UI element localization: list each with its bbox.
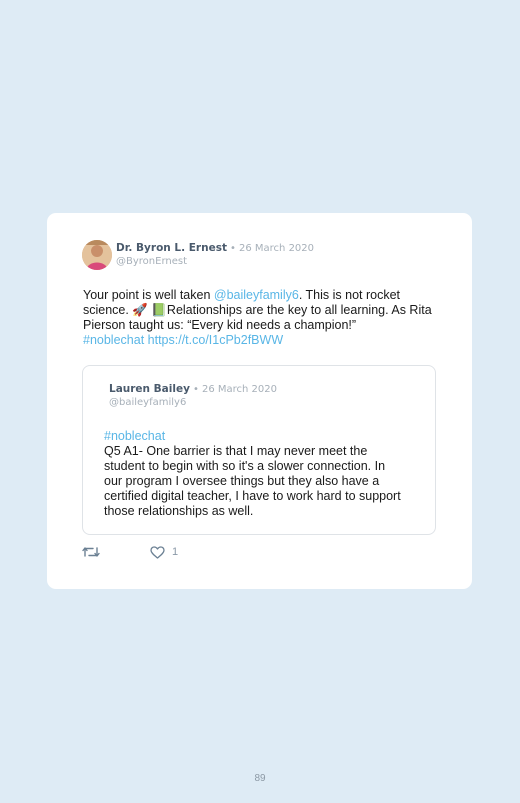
tweet-text: Your point is well taken @baileyfamily6.… [83, 288, 433, 348]
author-handle[interactable]: @ByronErnest [116, 255, 314, 268]
tweet-actions: 1 [82, 544, 178, 560]
url-link[interactable]: https://t.co/I1cPb2fBWW [148, 333, 283, 347]
retweet-icon[interactable] [82, 545, 100, 559]
quoted-author: Lauren Bailey • 26 March 2020 @baileyfam… [109, 383, 277, 409]
page-number: 89 [254, 773, 266, 784]
tweet-text-start: Your point is well taken [83, 288, 214, 302]
author-name[interactable]: Dr. Byron L. Ernest [116, 242, 227, 254]
tweet-author: Dr. Byron L. Ernest • 26 March 2020 @Byr… [116, 242, 314, 268]
mention-link[interactable]: @baileyfamily6 [214, 288, 299, 302]
like-count: 1 [172, 546, 179, 558]
quoted-text-body: Q5 A1- One barrier is that I may never m… [104, 444, 401, 518]
separator: • [230, 243, 236, 254]
tweet-card: Dr. Byron L. Ernest • 26 March 2020 @Byr… [47, 213, 472, 589]
like-action[interactable]: 1 [150, 545, 179, 559]
quoted-tweet-date[interactable]: 26 March 2020 [202, 384, 277, 395]
heart-icon[interactable] [150, 545, 165, 559]
quoted-tweet[interactable]: Lauren Bailey • 26 March 2020 @baileyfam… [82, 365, 436, 535]
hashtag-link[interactable]: #noblechat [83, 333, 144, 347]
author-avatar[interactable] [82, 240, 112, 270]
separator: • [193, 384, 199, 395]
quoted-hashtag-link[interactable]: #noblechat [104, 429, 165, 443]
quoted-tweet-text: #noblechat Q5 A1- One barrier is that I … [104, 429, 404, 519]
quoted-author-handle[interactable]: @baileyfamily6 [109, 396, 277, 409]
tweet-date[interactable]: 26 March 2020 [239, 243, 314, 254]
quoted-author-name[interactable]: Lauren Bailey [109, 383, 190, 395]
